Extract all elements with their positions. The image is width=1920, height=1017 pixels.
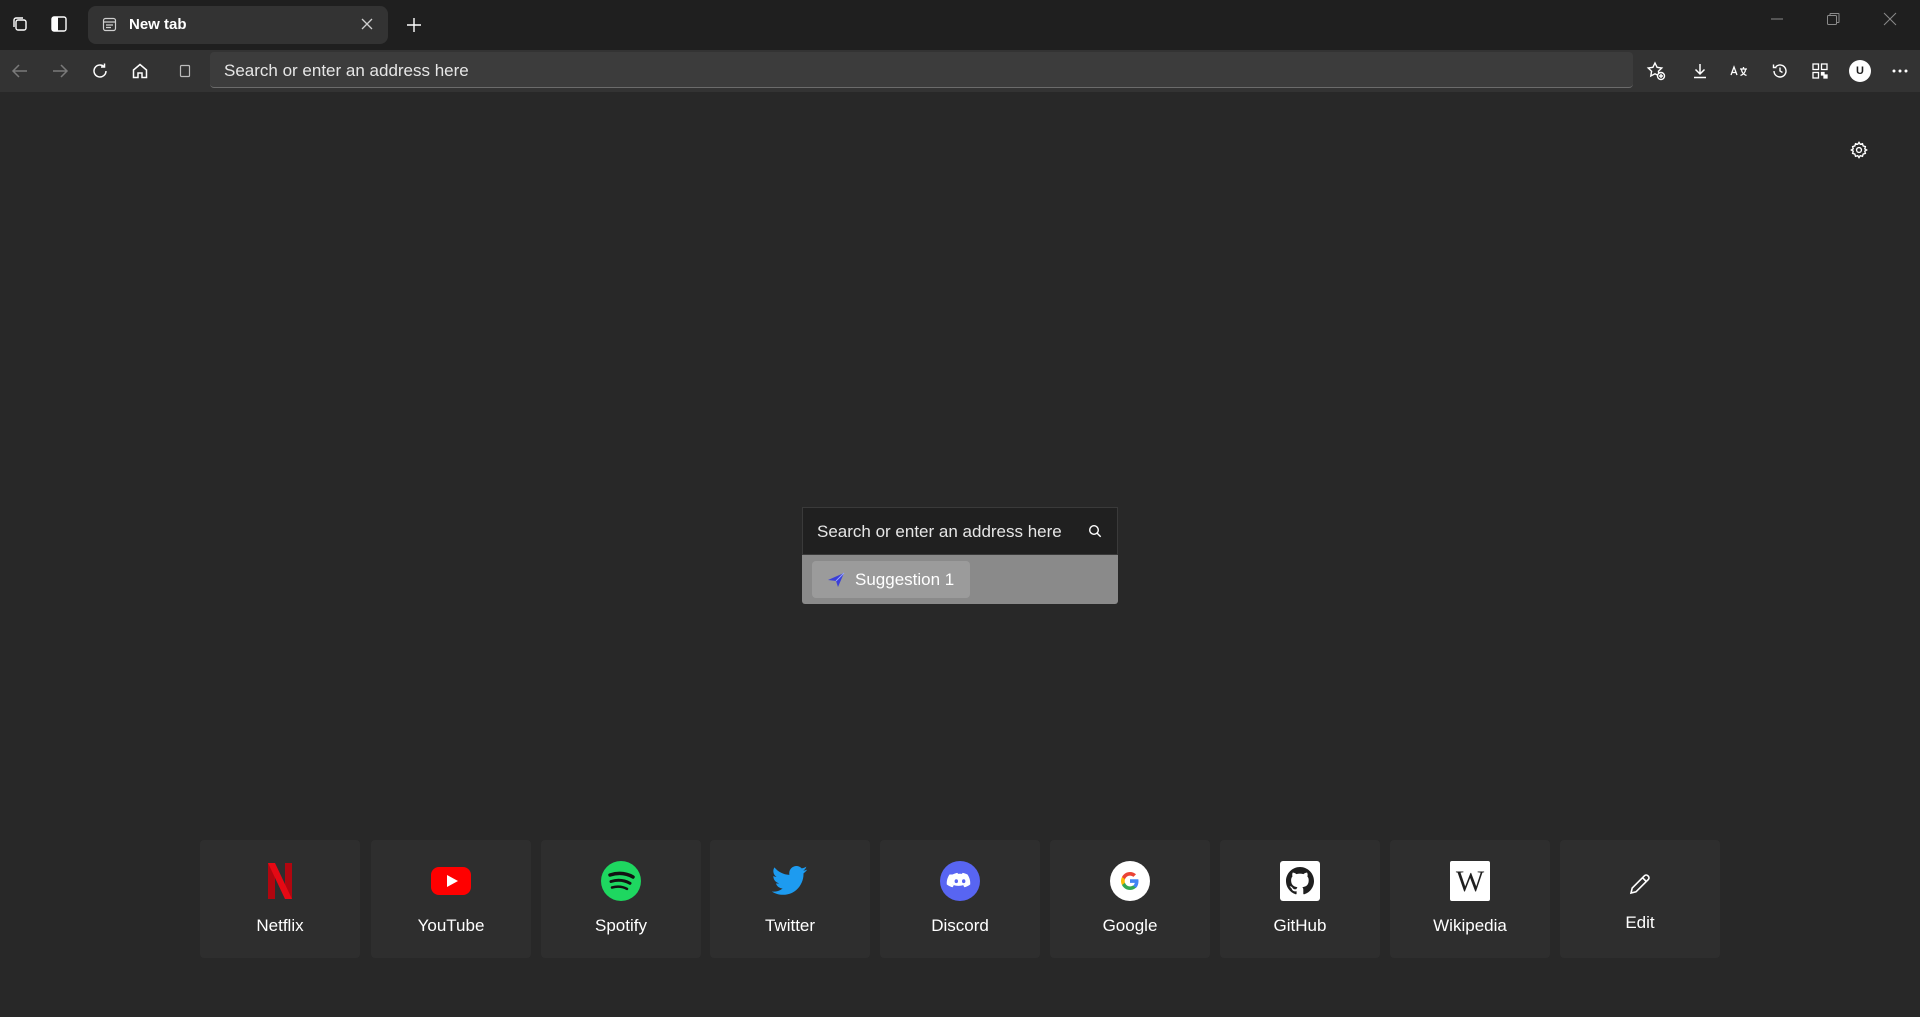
arrow-right-icon <box>53 64 69 78</box>
suggestion-item[interactable]: Suggestion 1 <box>812 561 970 598</box>
home-icon <box>132 63 148 79</box>
workspaces-button[interactable] <box>6 10 34 38</box>
minimize-button[interactable] <box>1770 12 1784 26</box>
tab-new-tab[interactable]: New tab <box>88 6 388 44</box>
new-tab-button[interactable] <box>405 16 423 34</box>
spotify-icon <box>601 861 641 901</box>
star-add-icon <box>1646 61 1666 81</box>
search-widget: Suggestion 1 <box>802 507 1118 604</box>
downloads-button[interactable] <box>1688 59 1712 83</box>
arrow-left-icon <box>11 64 27 78</box>
quick-link-label: YouTube <box>417 916 485 935</box>
sidebar-icon <box>51 16 67 32</box>
page-settings-button[interactable] <box>1850 141 1868 159</box>
close-window-button[interactable] <box>1883 12 1897 26</box>
close-icon <box>1883 12 1897 26</box>
minimize-icon <box>1771 18 1783 20</box>
page-info-icon <box>179 64 191 78</box>
site-info-button[interactable] <box>173 59 197 83</box>
quick-link-twitter[interactable]: Twitter <box>710 840 870 958</box>
address-input[interactable] <box>222 52 1606 89</box>
translate-button[interactable] <box>1727 59 1751 83</box>
translate-icon <box>1730 65 1747 77</box>
gear-icon <box>1850 141 1868 159</box>
more-icon <box>1892 69 1908 73</box>
github-icon <box>1280 861 1320 901</box>
quick-link-discord[interactable]: Discord <box>880 840 1040 958</box>
refresh-icon <box>93 63 107 78</box>
search-input[interactable] <box>815 508 1079 556</box>
search-box[interactable] <box>802 507 1118 556</box>
quick-links: Netflix YouTube Spotify Twitter Discord … <box>200 840 1722 958</box>
profile-button[interactable]: U <box>1848 59 1872 83</box>
quick-link-netflix[interactable]: Netflix <box>200 840 360 958</box>
edit-quick-links-button[interactable]: Edit <box>1560 840 1720 958</box>
quick-link-wikipedia[interactable]: W Wikipedia <box>1390 840 1550 958</box>
avatar: U <box>1849 60 1871 82</box>
quick-link-label: Twitter <box>764 916 816 935</box>
quick-link-github[interactable]: GitHub <box>1220 840 1380 958</box>
twitter-icon <box>770 861 810 901</box>
favorites-button[interactable] <box>1644 59 1668 83</box>
restore-icon <box>1827 13 1840 25</box>
page-icon <box>102 17 117 32</box>
quick-link-label: Netflix <box>256 916 304 935</box>
quick-link-label: Spotify <box>595 916 647 935</box>
pencil-icon <box>1620 864 1660 904</box>
quick-link-spotify[interactable]: Spotify <box>541 840 701 958</box>
back-button[interactable] <box>8 59 32 83</box>
wikipedia-icon: W <box>1450 861 1490 901</box>
title-bar: New tab <box>0 0 1920 50</box>
quick-link-google[interactable]: Google <box>1050 840 1210 958</box>
download-icon <box>1694 64 1706 79</box>
tab-actions-icon <box>13 17 27 31</box>
quick-link-label: Discord <box>931 916 989 935</box>
refresh-button[interactable] <box>88 59 112 83</box>
plus-icon <box>407 18 421 32</box>
quick-link-youtube[interactable]: YouTube <box>371 840 531 958</box>
quick-link-label: Wikipedia <box>1433 916 1507 935</box>
tab-title: New tab <box>129 16 187 33</box>
restore-button[interactable] <box>1826 12 1840 26</box>
quick-link-label: Google <box>1102 916 1158 935</box>
history-icon <box>1772 64 1787 78</box>
discord-icon <box>940 861 980 901</box>
paper-plane-icon <box>827 572 845 588</box>
qr-code-icon <box>1812 63 1828 79</box>
netflix-icon <box>260 861 300 901</box>
google-icon <box>1110 861 1150 901</box>
search-icon[interactable] <box>1088 524 1102 538</box>
youtube-icon <box>431 861 471 901</box>
address-bar[interactable] <box>210 52 1633 89</box>
quick-link-label: GitHub <box>1273 916 1327 935</box>
svg-text:W: W <box>1456 865 1485 898</box>
vertical-tabs-button[interactable] <box>45 10 73 38</box>
more-options-button[interactable] <box>1888 59 1912 83</box>
qr-code-button[interactable] <box>1808 59 1832 83</box>
toolbar: U <box>0 50 1920 92</box>
forward-button[interactable] <box>48 59 72 83</box>
history-button[interactable] <box>1768 59 1792 83</box>
suggestion-dropdown: Suggestion 1 <box>802 555 1118 604</box>
home-button[interactable] <box>128 59 152 83</box>
close-tab-icon[interactable] <box>360 17 374 31</box>
quick-link-label: Edit <box>1625 913 1655 932</box>
suggestion-label: Suggestion 1 <box>855 569 955 589</box>
